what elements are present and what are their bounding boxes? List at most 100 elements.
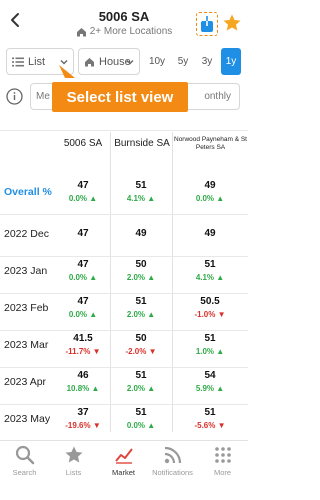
row-divider — [0, 130, 248, 131]
nav-label: More — [213, 468, 232, 477]
cell-change: -2.0% ▼ — [125, 347, 157, 356]
cell-value: 51 — [135, 370, 147, 381]
header: 5006 SA 2+ More Locations — [0, 0, 248, 44]
row-divider — [0, 256, 248, 257]
cell-value: 49 — [204, 228, 216, 239]
table-cell: 49 0.0% ▲ — [180, 180, 240, 203]
search-icon — [15, 445, 34, 465]
range-5y-button[interactable]: 5y — [173, 48, 193, 75]
cell-change: -5.6% ▼ — [194, 421, 226, 430]
row-label: 2023 Feb — [4, 302, 49, 314]
cell-change: 2.0% ▲ — [126, 310, 156, 319]
cell-change: -19.6% ▼ — [65, 421, 101, 430]
table-cell: 51 0.0% ▲ — [111, 407, 171, 430]
nav-label: Notifications — [152, 468, 193, 477]
table-cell: 51 1.0% ▲ — [180, 333, 240, 356]
table-cell: 51 2.0% ▲ — [111, 296, 171, 319]
subtitle-text: 2+ More Locations — [89, 26, 173, 37]
cell-value: 50.5 — [200, 296, 220, 307]
table-cell: 47 0.0% ▲ — [53, 296, 113, 319]
table-cell: 51 4.1% ▲ — [111, 180, 171, 203]
cell-change: 4.1% ▲ — [126, 194, 156, 203]
cell-change: 0.0% ▲ — [68, 310, 98, 319]
cell-value: 51 — [204, 407, 216, 418]
cell-value: 54 — [204, 370, 216, 381]
cell-value: 46 — [77, 370, 89, 381]
cell-change: -1.0% ▼ — [194, 310, 226, 319]
cell-value: 49 — [135, 228, 147, 239]
row-divider — [0, 214, 248, 215]
table-cell: 51 2.0% ▲ — [111, 370, 171, 393]
cell-change: 0.0% ▲ — [126, 421, 156, 430]
row-divider — [0, 367, 248, 368]
table-cell: 47 0.0% ▲ — [53, 180, 113, 203]
bottom-nav: Search Lists Market Notifications More — [0, 440, 248, 500]
cell-value: 51 — [135, 407, 147, 418]
chart-icon — [114, 448, 133, 464]
row-label: 2023 Mar — [4, 339, 49, 351]
cell-value: 37 — [77, 407, 89, 418]
cell-change: 0.0% ▲ — [68, 273, 98, 282]
row-divider — [0, 293, 248, 294]
cell-change: 4.1% ▲ — [195, 273, 225, 282]
nav-label: Lists — [65, 468, 82, 477]
row-label: 2022 Dec — [4, 228, 49, 240]
range-10y-button[interactable]: 10y — [147, 48, 167, 75]
table-cell: 50.5 -1.0% ▼ — [180, 296, 240, 319]
cell-change: -11.7% ▼ — [65, 347, 101, 356]
cell-value: 41.5 — [73, 333, 93, 344]
row-label: 2023 May — [4, 413, 51, 425]
column-header-norwood: Norwood Payneham & St Peters SA — [174, 136, 247, 151]
house-icon — [76, 27, 86, 36]
row-divider — [0, 404, 248, 405]
cell-value: 47 — [77, 259, 89, 270]
range-1y-button[interactable]: 1y — [221, 48, 241, 75]
chevron-down-icon — [126, 60, 134, 65]
row-label: 2023 Apr — [4, 376, 47, 388]
nav-notifications[interactable]: Notifications — [148, 441, 197, 500]
cell-value: 51 — [204, 333, 216, 344]
nav-search[interactable]: Search — [0, 441, 49, 500]
cell-value: 47 — [77, 180, 89, 191]
cell-value: 50 — [135, 333, 147, 344]
house-icon — [85, 57, 94, 66]
favorite-star-icon[interactable] — [222, 13, 242, 33]
cell-change: 5.9% ▲ — [195, 384, 225, 393]
cell-value: 51 — [135, 296, 147, 307]
range-3y-button[interactable]: 3y — [197, 48, 217, 75]
nav-lists[interactable]: Lists — [49, 441, 98, 500]
column-divider — [172, 132, 173, 432]
table-cell: 54 5.9% ▲ — [180, 370, 240, 393]
row-divider — [0, 330, 248, 331]
cell-change: 2.0% ▲ — [126, 384, 156, 393]
table-cell: 37 -19.6% ▼ — [53, 407, 113, 430]
cell-change: 0.0% ▲ — [195, 194, 225, 203]
info-icon[interactable] — [6, 88, 23, 105]
rss-icon — [164, 446, 181, 464]
share-icon — [201, 15, 213, 32]
cell-value: 47 — [77, 228, 89, 239]
table-cell: 51 4.1% ▲ — [180, 259, 240, 282]
list-icon — [12, 57, 24, 66]
column-header-5006: 5006 SA — [63, 138, 103, 149]
property-type-selector[interactable]: House — [78, 48, 140, 75]
cell-change: 2.0% ▲ — [126, 273, 156, 282]
table-cell: 46 10.8% ▲ — [53, 370, 113, 393]
nav-market[interactable]: Market — [99, 441, 148, 500]
table-cell: 47 0.0% ▲ — [53, 259, 113, 282]
table-cell: 49 — [111, 228, 171, 239]
table-cell: 41.5 -11.7% ▼ — [53, 333, 113, 356]
callout-arrow-icon — [59, 65, 75, 78]
more-icon — [214, 447, 231, 463]
table-cell: 51 -5.6% ▼ — [180, 407, 240, 430]
cell-value: 51 — [135, 180, 147, 191]
nav-label: Market — [112, 468, 135, 477]
cell-value: 51 — [204, 259, 216, 270]
nav-more[interactable]: More — [198, 441, 247, 500]
share-button[interactable] — [196, 12, 218, 36]
table-cell: 50 2.0% ▲ — [111, 259, 171, 282]
cell-value: 47 — [77, 296, 89, 307]
table-cell: 50 -2.0% ▼ — [111, 333, 171, 356]
column-header-burnside: Burnside SA — [114, 138, 170, 149]
table-cell: 49 — [180, 228, 240, 239]
